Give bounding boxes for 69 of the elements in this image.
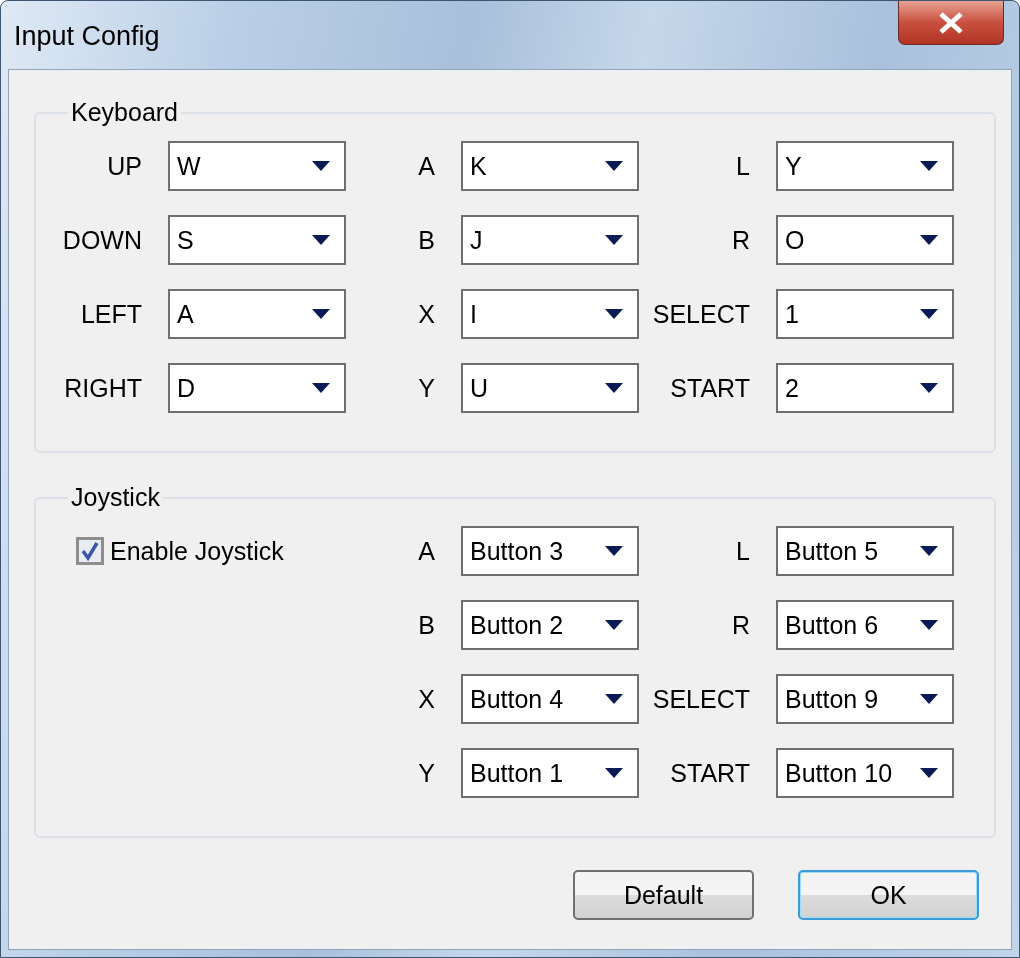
caret-icon (920, 620, 938, 630)
field-label: UP (107, 151, 143, 181)
field-label: LEFT (80, 299, 143, 329)
field-label: B (418, 610, 436, 640)
dropdown[interactable]: Button 4 (461, 674, 639, 724)
dropdown[interactable]: Button 3 (461, 526, 639, 576)
caret-icon (605, 383, 623, 393)
field-label: Y (418, 758, 436, 788)
dropdown[interactable]: Button 6 (776, 600, 954, 650)
field-label: L (736, 536, 751, 566)
caret-icon (605, 546, 623, 556)
caret-icon (605, 161, 623, 171)
caret-icon (920, 161, 938, 171)
group-title: Joystick (70, 483, 161, 512)
caret-icon (605, 620, 623, 630)
field-label: START (670, 758, 751, 788)
field-label: B (418, 225, 436, 255)
dropdown[interactable]: Button 5 (776, 526, 954, 576)
dropdown[interactable]: J (461, 215, 639, 265)
field-label: Y (418, 373, 436, 403)
dropdown[interactable]: A (168, 289, 346, 339)
dropdown[interactable]: Y (776, 141, 954, 191)
caret-icon (920, 235, 938, 245)
dropdown[interactable]: Button 1 (461, 748, 639, 798)
caret-icon (605, 235, 623, 245)
caret-icon (920, 768, 938, 778)
dropdown[interactable]: S (168, 215, 346, 265)
field-label: L (736, 151, 751, 181)
caret-icon (605, 694, 623, 704)
dropdown[interactable]: O (776, 215, 954, 265)
dropdown[interactable]: 2 (776, 363, 954, 413)
field-label: X (418, 299, 436, 329)
window-title: Input Config (14, 21, 160, 52)
caret-icon (312, 309, 330, 319)
caret-icon (312, 235, 330, 245)
field-label: A (418, 151, 436, 181)
field-label: A (418, 536, 436, 566)
dialog-button[interactable]: Default (573, 870, 754, 920)
caret-icon (920, 309, 938, 319)
checkbox-label[interactable]: Enable Joystick (110, 536, 284, 566)
close-icon (938, 11, 964, 34)
field-label: R (731, 610, 751, 640)
field-label: SELECT (652, 299, 751, 329)
caret-icon (605, 768, 623, 778)
field-label: START (670, 373, 751, 403)
dropdown[interactable]: U (461, 363, 639, 413)
group-title: Keyboard (70, 98, 180, 127)
caret-icon (920, 546, 938, 556)
field-label: X (418, 684, 436, 714)
close-button[interactable] (898, 1, 1004, 45)
field-label: R (731, 225, 751, 255)
caret-icon (920, 694, 938, 704)
checkbox[interactable] (76, 537, 104, 565)
dropdown[interactable]: I (461, 289, 639, 339)
field-label: SELECT (652, 684, 751, 714)
dropdown[interactable]: W (168, 141, 346, 191)
dropdown[interactable]: Button 2 (461, 600, 639, 650)
caret-icon (920, 383, 938, 393)
dropdown[interactable]: K (461, 141, 639, 191)
caret-icon (312, 383, 330, 393)
field-label: DOWN (62, 225, 143, 255)
caret-icon (312, 161, 330, 171)
caret-icon (605, 309, 623, 319)
dropdown[interactable]: 1 (776, 289, 954, 339)
dialog-button[interactable]: OK (798, 870, 979, 920)
dropdown[interactable]: Button 10 (776, 748, 954, 798)
field-label: RIGHT (64, 373, 143, 403)
dropdown[interactable]: Button 9 (776, 674, 954, 724)
dropdown[interactable]: D (168, 363, 346, 413)
